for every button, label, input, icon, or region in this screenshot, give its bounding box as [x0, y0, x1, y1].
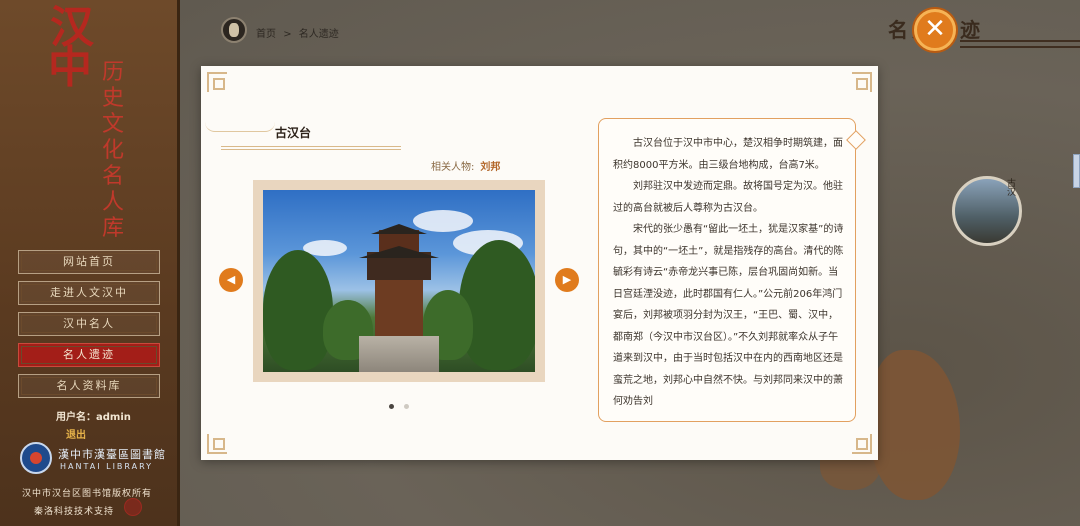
related-person-name[interactable]: 刘邦	[480, 162, 500, 173]
related-label: 相关人物:	[431, 162, 475, 173]
breadcrumb-home[interactable]: 首页	[256, 29, 276, 40]
carousel-dot[interactable]	[404, 404, 410, 409]
panel-ornament	[846, 130, 866, 150]
carousel-dots	[389, 394, 414, 413]
carousel-dot[interactable]	[389, 404, 394, 409]
sidebar: 汉 中 历史文化名人库 网站首页 走进人文汉中 汉中名人 名人遗迹 名人资料库 …	[0, 0, 180, 526]
library-logo-icon	[20, 442, 52, 474]
username-label: 用户名：admin	[56, 412, 131, 423]
breadcrumb-separator: >	[283, 29, 292, 40]
close-icon[interactable]: ✕	[914, 9, 956, 51]
description-text[interactable]: 古汉台位于汉中市中心，楚汉相争时期筑建，面积约8000平方米。由三级台地构成，台…	[613, 133, 845, 411]
breadcrumb: 首页 > 名人遗迹	[256, 25, 343, 40]
nav-item-home[interactable]: 网站首页	[18, 250, 160, 274]
decorative-frieze	[960, 40, 1080, 48]
map-region-shape	[870, 350, 960, 500]
site-photo	[263, 190, 535, 372]
nav-item-database[interactable]: 名人资料库	[18, 374, 160, 398]
logout-link[interactable]: 退出	[66, 426, 86, 441]
description-panel: 古汉台位于汉中市中心，楚汉相争时期筑建，面积约8000平方米。由三级台地构成，台…	[598, 118, 866, 422]
corner-ornament	[207, 434, 227, 454]
relic-detail-modal: 古汉台 相关人物: 刘邦 ◀ ▶ 古汉台位于汉中市中心，楚汉相争时期筑建，面积约…	[201, 66, 878, 460]
nav-item-culture[interactable]: 走进人文汉中	[18, 281, 160, 305]
corner-ornament	[207, 72, 227, 92]
photo-frame	[253, 180, 545, 382]
nav-item-relics[interactable]: 名人遗迹	[18, 343, 160, 367]
library-english-name: HANTAI LIBRARY	[60, 462, 154, 471]
description-paragraph: 古汉台位于汉中市中心，楚汉相争时期筑建，面积约8000平方米。由三级台地构成，台…	[613, 138, 843, 171]
support-text: 秦洛科技技术支持	[34, 507, 115, 517]
seal-icon	[124, 498, 142, 516]
breadcrumb-current: 名人遗迹	[298, 29, 339, 40]
title-divider	[221, 146, 401, 150]
brand-subtitle: 历史文化名人库	[101, 60, 124, 241]
related-person: 相关人物: 刘邦	[431, 158, 500, 173]
brand-title-zhong: 中	[48, 42, 92, 93]
title-ornament	[205, 122, 275, 132]
avatar	[221, 17, 247, 43]
site-title: 古汉台	[275, 126, 312, 140]
library-name: 漢中市漢臺區圖書館	[58, 448, 166, 461]
description-paragraph: 刘邦驻汉中发迹而定鼎。故将国号定为汉。他驻过的高台就被后人尊称为古汉台。	[613, 181, 843, 214]
nav-item-celebrities[interactable]: 汉中名人	[18, 312, 160, 336]
sidebar-nav: 网站首页 走进人文汉中 汉中名人 名人遗迹 名人资料库	[18, 250, 160, 405]
description-paragraph: 宋代的张少愚有“留此一坯土，犹是汉家基”的诗句，其中的“一坯土”，就是指残存的高…	[613, 224, 844, 407]
edge-tab[interactable]	[1073, 154, 1080, 188]
site-thumbnail-label: 古汉	[1005, 178, 1015, 196]
chevron-left-icon[interactable]: ◀	[219, 268, 243, 292]
chevron-right-icon[interactable]: ▶	[555, 268, 579, 292]
corner-ornament	[852, 434, 872, 454]
corner-ornament	[852, 72, 872, 92]
